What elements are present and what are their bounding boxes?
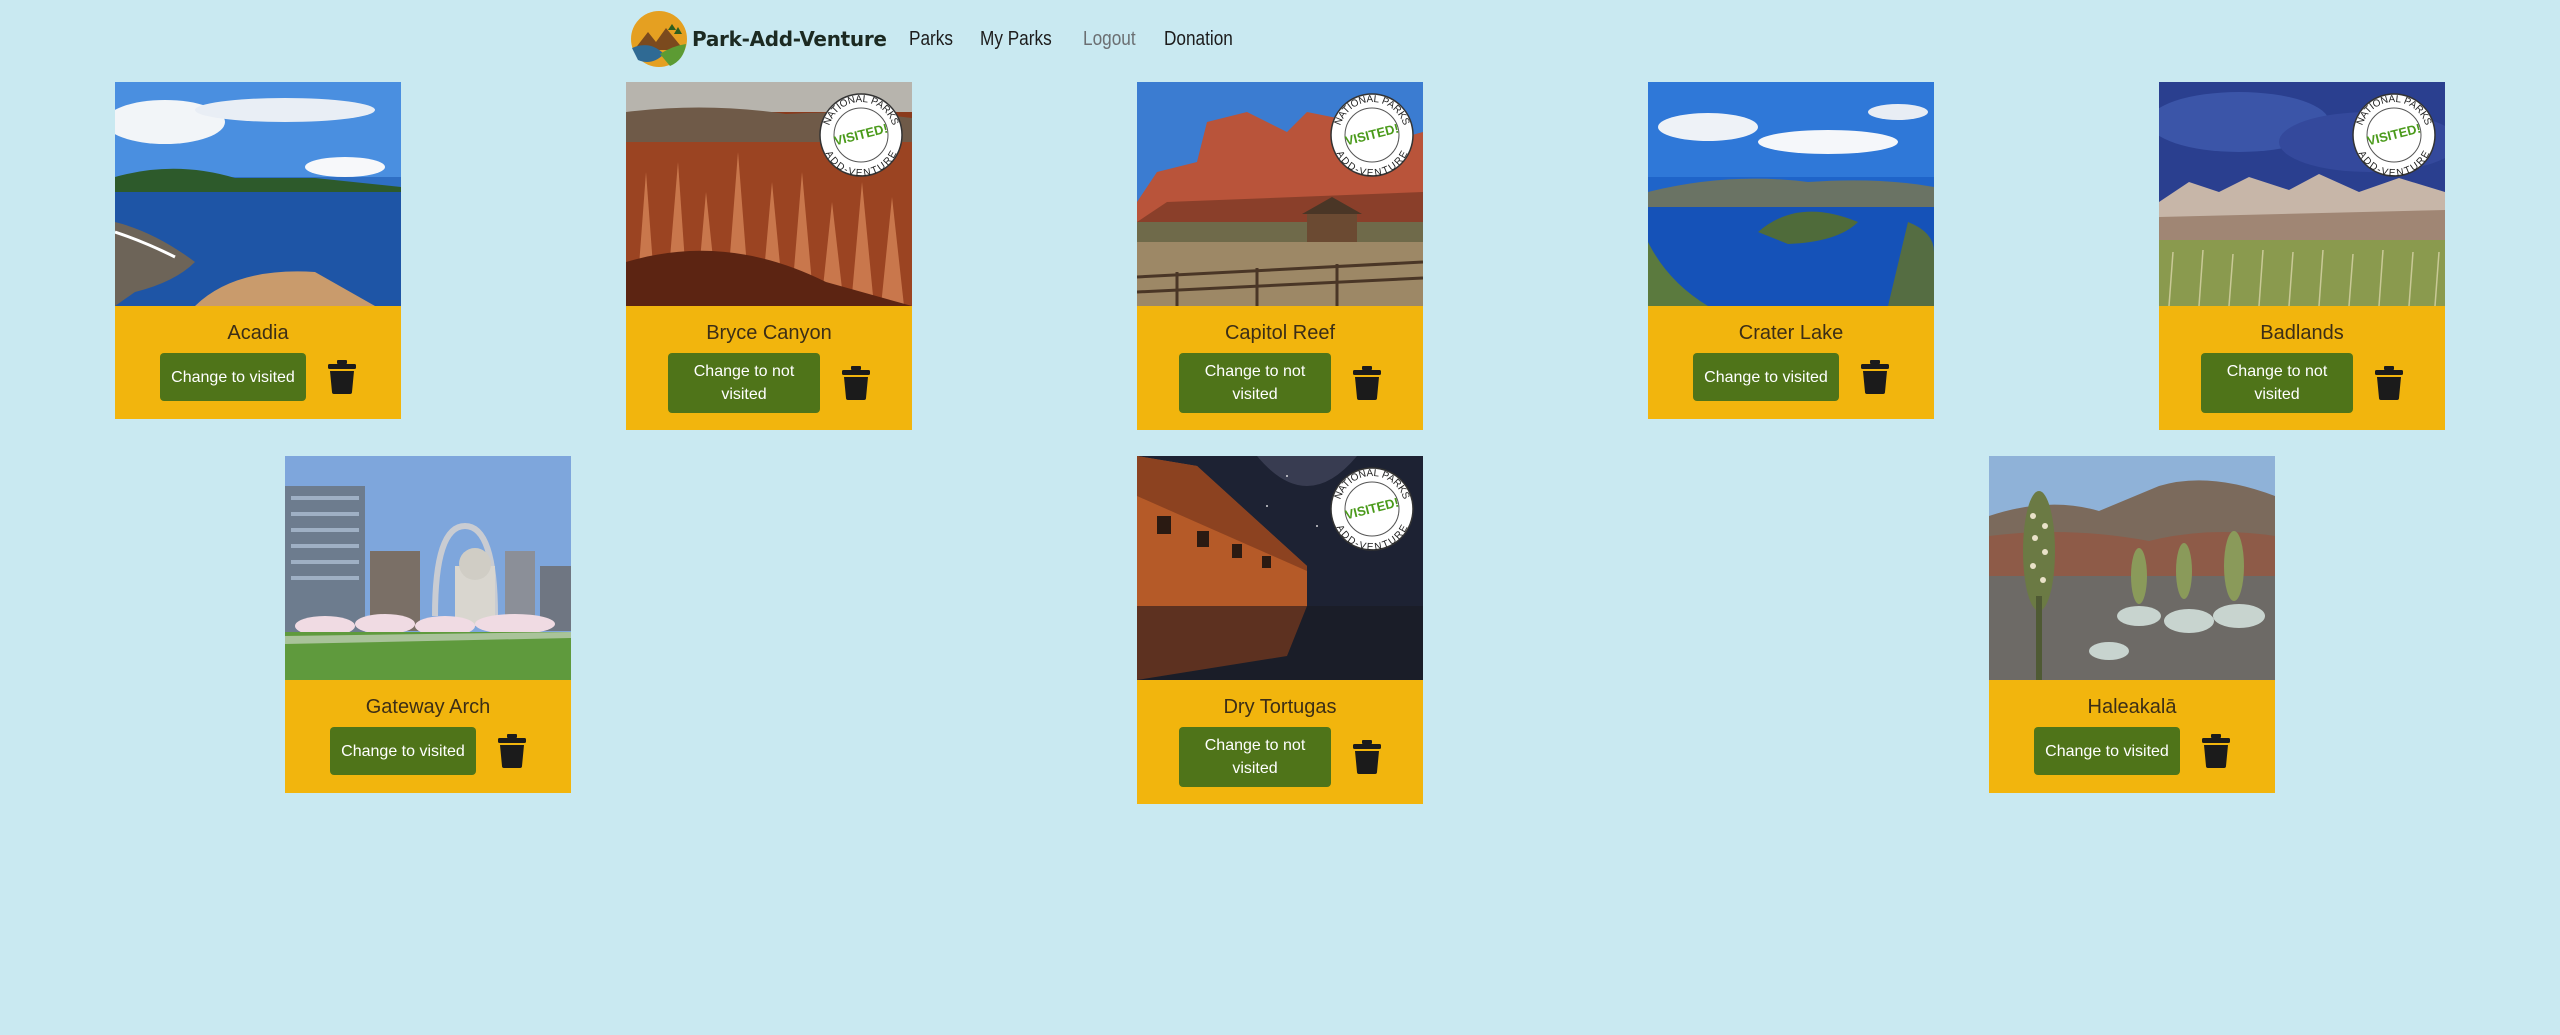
park-photo: NATIONAL PARKS ADD-VENTURE VISITED! bbox=[1137, 456, 1423, 680]
brand-link[interactable]: Park-Add-Venture bbox=[630, 10, 887, 68]
trash-icon[interactable] bbox=[1353, 740, 1381, 774]
card-actions: Change to visited bbox=[1989, 727, 2275, 775]
nav-logout[interactable]: Logout bbox=[1083, 28, 1136, 51]
park-photo: NATIONAL PARKS ADD-VENTURE VISITED! bbox=[1137, 82, 1423, 306]
card-actions: Change to visited bbox=[115, 353, 401, 401]
toggle-visited-button[interactable]: Change to visited bbox=[330, 727, 476, 775]
park-card: NATIONAL PARKS ADD-VENTURE VISITED! Dry … bbox=[1137, 456, 1423, 804]
card-actions: Change to visited bbox=[1648, 353, 1934, 401]
park-name: Bryce Canyon bbox=[706, 322, 832, 344]
card-actions: Change to visited bbox=[285, 727, 571, 775]
park-photo: NATIONAL PARKS ADD-VENTURE VISITED! bbox=[626, 82, 912, 306]
nav-donation[interactable]: Donation bbox=[1164, 28, 1233, 51]
trash-icon[interactable] bbox=[328, 360, 356, 394]
toggle-visited-button[interactable]: Change to not visited bbox=[1179, 727, 1331, 787]
visited-stamp-icon: NATIONAL PARKS ADD-VENTURE VISITED! bbox=[2352, 93, 2436, 178]
visited-stamp-icon: NATIONAL PARKS ADD-VENTURE VISITED! bbox=[819, 93, 903, 178]
trash-icon[interactable] bbox=[2375, 366, 2403, 400]
toggle-visited-button[interactable]: Change to not visited bbox=[2201, 353, 2353, 413]
park-photo bbox=[115, 82, 401, 306]
park-photo bbox=[1989, 456, 2275, 680]
park-name: Crater Lake bbox=[1738, 322, 1844, 344]
card-actions: Change to not visited bbox=[626, 353, 912, 413]
park-name: Badlands bbox=[2260, 322, 2344, 344]
toggle-visited-button[interactable]: Change to visited bbox=[160, 353, 306, 401]
toggle-visited-button[interactable]: Change to visited bbox=[1693, 353, 1839, 401]
nav-links: Parks My Parks Logout Donation bbox=[909, 28, 1265, 51]
park-card: Gateway Arch Change to visited bbox=[285, 456, 571, 793]
park-name: Gateway Arch bbox=[365, 696, 491, 718]
card-actions: Change to not visited bbox=[2159, 353, 2445, 413]
park-card: Acadia Change to visited bbox=[115, 82, 401, 419]
card-actions: Change to not visited bbox=[1137, 727, 1423, 787]
toggle-visited-button[interactable]: Change to visited bbox=[2034, 727, 2180, 775]
park-photo bbox=[1648, 82, 1934, 306]
trash-icon[interactable] bbox=[498, 734, 526, 768]
park-card: NATIONAL PARKS ADD-VENTURE VISITED! Capi… bbox=[1137, 82, 1423, 430]
brand-name: Park-Add-Venture bbox=[692, 27, 887, 51]
park-card: NATIONAL PARKS ADD-VENTURE VISITED! Badl… bbox=[2159, 82, 2445, 430]
park-photo: NATIONAL PARKS ADD-VENTURE VISITED! bbox=[2159, 82, 2445, 306]
visited-stamp-icon: NATIONAL PARKS ADD-VENTURE VISITED! bbox=[1330, 467, 1414, 552]
park-card: NATIONAL PARKS ADD-VENTURE VISITED! Bryc… bbox=[626, 82, 912, 430]
trash-icon[interactable] bbox=[1861, 360, 1889, 394]
visited-stamp-icon: NATIONAL PARKS ADD-VENTURE VISITED! bbox=[1330, 93, 1414, 178]
card-actions: Change to not visited bbox=[1137, 353, 1423, 413]
toggle-visited-button[interactable]: Change to not visited bbox=[668, 353, 820, 413]
trash-icon[interactable] bbox=[2202, 734, 2230, 768]
park-name: Capitol Reef bbox=[1224, 322, 1336, 344]
park-name: Haleakalā bbox=[2087, 696, 2177, 718]
park-logo-icon bbox=[631, 11, 687, 67]
nav-parks[interactable]: Parks bbox=[909, 28, 953, 51]
park-card: Crater Lake Change to visited bbox=[1648, 82, 1934, 419]
park-name: Dry Tortugas bbox=[1223, 696, 1337, 718]
park-photo bbox=[285, 456, 571, 680]
park-name: Acadia bbox=[227, 322, 289, 344]
trash-icon[interactable] bbox=[842, 366, 870, 400]
navbar: Park-Add-Venture Parks My Parks Logout D… bbox=[630, 10, 1264, 68]
park-card: Haleakalā Change to visited bbox=[1989, 456, 2275, 793]
toggle-visited-button[interactable]: Change to not visited bbox=[1179, 353, 1331, 413]
nav-my-parks[interactable]: My Parks bbox=[980, 28, 1052, 51]
trash-icon[interactable] bbox=[1353, 366, 1381, 400]
